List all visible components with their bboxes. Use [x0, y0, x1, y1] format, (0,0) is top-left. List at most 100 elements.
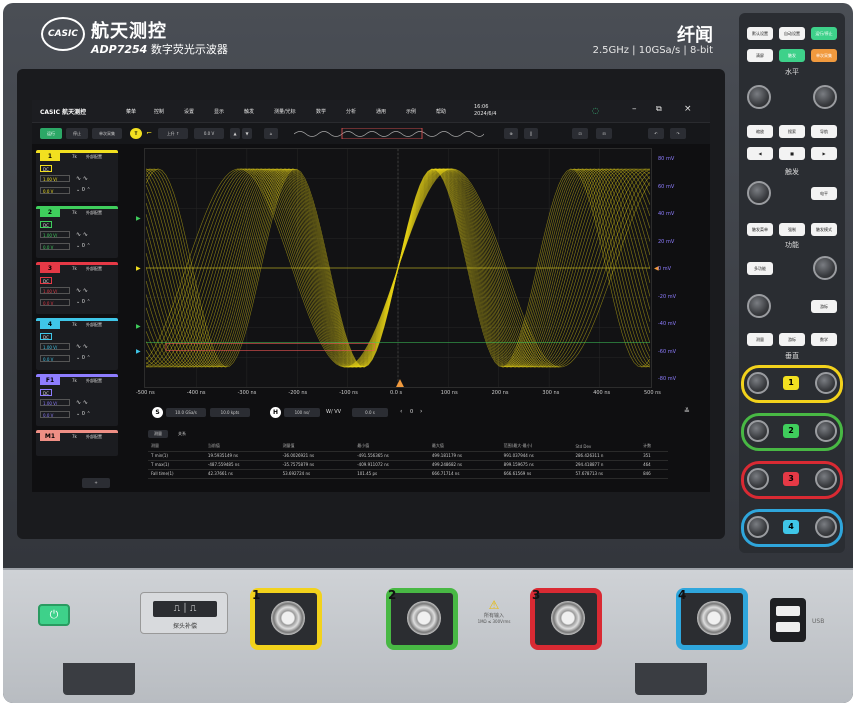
bnc-input-port[interactable]: 1 [250, 588, 322, 650]
ch4-marker[interactable]: ▶ [136, 348, 141, 355]
bnc-input-port[interactable]: 4 [676, 588, 748, 650]
ch4-button[interactable]: 4 [783, 520, 799, 534]
menu-item-menu[interactable]: 菜单 [126, 108, 136, 115]
tab-relations[interactable]: 关系 [172, 430, 192, 438]
channel-mode[interactable]: 7k [72, 434, 77, 439]
column-header[interactable]: 最大值 [428, 442, 501, 452]
ch1-marker[interactable]: ▶ [136, 265, 141, 272]
page-prev-icon[interactable]: ‹ [400, 408, 402, 415]
minimize-icon[interactable]: – [632, 104, 637, 114]
channel-ext-config[interactable]: 外部配置 [86, 322, 102, 328]
menu-item-math[interactable]: 数学 [316, 108, 326, 115]
channel-card[interactable]: F1 7k 外部配置 DC 1.00 V/0.0 V ∿ ∿ ⌄ 0 ⌃ [36, 374, 118, 426]
record-length-field[interactable]: 10.0 kpts [210, 408, 250, 417]
page-next-icon[interactable]: › [420, 408, 422, 415]
waveform-overview[interactable] [294, 128, 484, 139]
table-row[interactable]: T max(1) -487.559485 ns -35.7575879 ns -409… [148, 460, 668, 470]
ch2-low-marker[interactable]: ▶ [136, 323, 141, 330]
channel-scale[interactable]: 1.00 V/ [40, 287, 70, 294]
channel-ext-config[interactable]: 外部配置 [86, 210, 102, 216]
channel-ext-config[interactable]: 外部配置 [86, 434, 102, 440]
channel-offset[interactable]: 0.0 V [40, 411, 70, 418]
cursor-tool-icon[interactable]: ⊡ [572, 128, 588, 139]
trigger-mode-button[interactable]: 触发模式 [811, 223, 837, 236]
channel-offset-controls[interactable]: ⌄ 0 ⌃ [76, 411, 91, 417]
pause-icon[interactable]: ‖ [524, 128, 538, 139]
save-icon[interactable]: ⊟ [596, 128, 612, 139]
column-header[interactable]: 测量值 [279, 442, 355, 452]
usb-port[interactable] [770, 598, 806, 642]
ch3-position-knob[interactable] [747, 468, 769, 490]
channel-invert-icon[interactable]: ∿ ∿ [76, 175, 88, 182]
ch3-scale-knob[interactable] [815, 468, 837, 490]
restore-icon[interactable]: ⧉ [656, 104, 662, 114]
function-knob[interactable] [813, 256, 837, 280]
channel-coupling[interactable]: DC [40, 221, 52, 228]
measure-button[interactable]: 测量 [747, 333, 773, 346]
channel-ext-config[interactable]: 外部配置 [86, 266, 102, 272]
trigger-indicator-icon[interactable]: T [130, 128, 142, 139]
channel-mode[interactable]: 7k [72, 266, 77, 271]
channel-offset[interactable]: 0.0 V [40, 187, 70, 194]
cursor-knob[interactable] [747, 294, 771, 318]
channel-coupling[interactable]: DC [40, 333, 52, 340]
channel-invert-icon[interactable]: ∿ ∿ [76, 231, 88, 238]
ch1-button[interactable]: 1 [783, 376, 799, 390]
ch2-scale-knob[interactable] [815, 420, 837, 442]
force-trigger-button[interactable]: 强制 [779, 223, 805, 236]
channel-scale[interactable]: 1.00 V/ [40, 231, 70, 238]
cursor-button[interactable]: 游标 [779, 333, 805, 346]
ch3-button[interactable]: 3 [783, 472, 799, 486]
channel-mode[interactable]: 7k [72, 154, 77, 159]
table-row[interactable]: T min(1) 19.5935149 ns -36.0026921 ns -491.… [148, 451, 668, 461]
search-button[interactable]: 搜索 [779, 125, 805, 138]
trigger-level-label[interactable]: 电平 [811, 187, 837, 200]
menu-item-examples[interactable]: 示例 [406, 108, 416, 115]
channel-offset-controls[interactable]: ⌄ 0 ⌃ [76, 355, 91, 361]
math-button[interactable]: 数学 [811, 333, 837, 346]
channel-scale[interactable]: 1.00 V/ [40, 175, 70, 182]
screenshot-icon[interactable]: ⌂ [264, 128, 278, 139]
channel-coupling[interactable]: DC [40, 165, 52, 172]
channel-invert-icon[interactable]: ∿ ∿ [76, 287, 88, 294]
channel-offset-controls[interactable]: ⌄ 0 ⌃ [76, 299, 91, 305]
prev-arrow-icon[interactable]: ◀ [747, 147, 773, 160]
menu-item-display[interactable]: 显示 [214, 108, 224, 115]
zoom-in-icon[interactable]: ⊕ [504, 128, 518, 139]
menu-item-trigger[interactable]: 触发 [244, 108, 254, 115]
channel-offset-controls[interactable]: ⌄ 0 ⌃ [76, 243, 91, 249]
level-down-icon[interactable]: ▼ [242, 128, 252, 139]
channel-coupling[interactable]: DC [40, 389, 52, 396]
channel-mode[interactable]: 7k [72, 378, 77, 383]
menu-item-help[interactable]: 帮助 [436, 108, 446, 115]
redo-icon[interactable]: ↷ [670, 128, 686, 139]
column-header[interactable]: 当前值 [204, 442, 280, 452]
trigger-button[interactable]: 触发 [779, 49, 805, 62]
horizontal-scale-knob[interactable] [813, 85, 837, 109]
level-up-icon[interactable]: ▲ [230, 128, 240, 139]
column-header[interactable]: 范围(最大-最小) [500, 442, 573, 452]
channel-card[interactable]: 4 7k 外部配置 DC 1.00 V/0.0 V ∿ ∿ ⌄ 0 ⌃ [36, 318, 118, 370]
horizontal-position-knob[interactable] [747, 85, 771, 109]
single-button[interactable]: 单次采集 [811, 49, 837, 62]
clear-button[interactable]: 清屏 [747, 49, 773, 62]
channel-offset[interactable]: 0.0 V [40, 243, 70, 250]
channel-mode[interactable]: 7k [72, 210, 77, 215]
menu-item-analysis[interactable]: 分析 [346, 108, 356, 115]
table-row[interactable]: Fall time(1) 42.37661 ns 53.692724 ns 101.4… [148, 469, 668, 479]
zoom-button[interactable]: 缩放 [747, 125, 773, 138]
column-header[interactable]: 测量 [148, 442, 205, 452]
column-header[interactable]: 计数 [640, 442, 668, 452]
channel-card[interactable]: M1 7k 外部配置 [36, 430, 118, 456]
bnc-input-port[interactable]: 2 [386, 588, 458, 650]
channel-card[interactable]: 3 7k 外部配置 DC 1.00 V/0.0 V ∿ ∿ ⌄ 0 ⌃ [36, 262, 118, 314]
channel-scale[interactable]: 1.00 V/ [40, 399, 70, 406]
trigger-level-knob[interactable] [747, 181, 771, 205]
navigate-button[interactable]: 导航 [811, 125, 837, 138]
channel-ext-config[interactable]: 外部配置 [86, 378, 102, 384]
channel-invert-icon[interactable]: ∿ ∿ [76, 343, 88, 350]
delay-field[interactable]: 0.0 s [352, 408, 388, 417]
channel-mode[interactable]: 7k [72, 322, 77, 327]
trigger-level-field[interactable]: 0.0 V [194, 128, 224, 139]
trigger-menu-button[interactable]: 触发菜单 [747, 223, 773, 236]
